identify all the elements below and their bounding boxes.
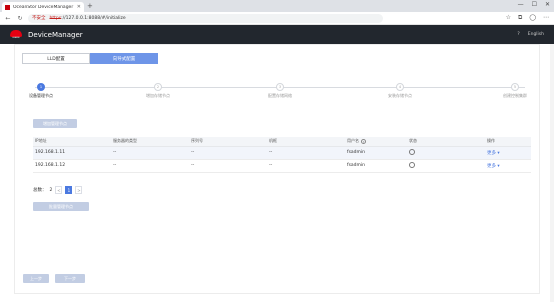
next-step-button[interactable]: 下一步 [55,274,85,283]
previous-step-button[interactable]: 上一步 [23,274,49,283]
total-count: 2 [49,187,53,193]
step-label: 增加存储节点 [146,93,170,98]
back-icon[interactable]: ← [4,15,12,22]
step-dot: 1 [37,83,45,91]
cell-ip: 192.168.1.11 [33,146,111,160]
pagination: 总数： 2 < 1 > [33,186,83,194]
step-label: 配置存储网络 [268,93,292,98]
close-window-icon[interactable]: ✕ [545,1,550,8]
step-dot: 3 [276,83,284,91]
step-2: 2 增加存储节点 [128,82,188,99]
browser-tab[interactable]: OceanStor DeviceManager ✕ [2,2,84,12]
app-header: HUAWEI DeviceManager ? English [0,25,554,44]
not-secure-label[interactable]: 不安全 [32,15,46,21]
step-3: 3 配置存储网络 [250,82,310,99]
new-tab-button[interactable]: + [87,2,93,10]
more-actions-link[interactable]: 更多 ▾ [487,164,500,169]
url-path: ://127.0.0.1:8088/#/initialize [61,15,126,21]
batch-manage-nodes-button[interactable]: 批量管理节点 [33,202,89,211]
node-table: IP地址 服务器的类型 序列号 机框 用户名? 状态 操作 192.168.1.… [33,137,531,173]
col-status: 状态 [407,137,485,147]
tab-title: OceanStor DeviceManager [13,4,74,10]
cell-status [407,146,485,160]
col-serial: 序列号 [189,137,267,147]
huawei-favicon-icon [5,4,10,10]
step-4: 4 安装存储节点 [370,82,430,99]
step-label: 创建控制集群 [503,93,527,98]
window-controls: — ☐ ✕ [518,1,550,8]
help-circle-icon[interactable]: ? [361,138,366,144]
cell-username: fsadmin [345,159,407,173]
app-name: DeviceManager [28,30,83,39]
tab-lld-config[interactable]: LLD配置 [22,53,90,64]
refresh-icon[interactable]: ↻ [16,15,24,22]
url-scheme: https [49,15,62,21]
profile-icon[interactable]: ◯ [529,14,536,22]
more-actions-link[interactable]: 更多 ▾ [487,151,500,156]
prev-page-button[interactable]: < [55,186,63,194]
table-row[interactable]: 192.168.1.12 -- -- -- fsadmin 更多 ▾ [33,159,531,173]
maximize-icon[interactable]: ☐ [532,1,537,8]
cell-serial: -- [189,146,267,160]
total-label: 总数： [33,188,47,193]
tab-wizard-config[interactable]: 向导式配置 [90,53,158,64]
add-management-node-button[interactable]: 增加管理节点 [33,119,77,128]
step-label: 安装存储节点 [388,93,412,98]
cell-status [407,159,485,173]
step-5: 5 创建控制集群 [485,82,545,99]
address-bar: ← ↻ 不安全 https ://127.0.0.1:8088/#/initia… [0,12,554,25]
cell-chassis: -- [267,159,345,173]
table-row[interactable]: 192.168.1.11 -- -- -- fsadmin 更多 ▾ [33,146,531,160]
col-server-type: 服务器的类型 [111,137,189,147]
col-ip: IP地址 [33,137,111,147]
table-header-row: IP地址 服务器的类型 序列号 机框 用户名? 状态 操作 [33,137,531,147]
more-menu-icon[interactable]: ⋯ [543,14,549,22]
minimize-icon[interactable]: — [518,1,524,8]
col-chassis: 机框 [267,137,345,147]
step-label: 设备管理节点 [29,93,53,98]
cell-type: -- [111,159,189,173]
cell-type: -- [111,146,189,160]
step-dot: 4 [396,83,404,91]
help-icon[interactable]: ? [517,32,519,37]
col-actions: 操作 [485,137,531,147]
cell-actions: 更多 ▾ [485,146,531,160]
cell-chassis: -- [267,146,345,160]
collections-icon[interactable]: ⧉ [518,14,522,22]
page-scrollbar[interactable] [550,44,554,302]
main-panel: LLD配置 向导式配置 1 设备管理节点 2 增加存储节点 3 配置存储网络 4… [14,44,540,294]
cell-username: fsadmin [345,146,407,160]
step-dot: 2 [154,83,162,91]
wizard-steps: 1 设备管理节点 2 增加存储节点 3 配置存储网络 4 安装存储节点 5 创建… [29,82,527,102]
url-input[interactable]: 不安全 https ://127.0.0.1:8088/#/initialize [28,13,383,23]
cell-ip: 192.168.1.12 [33,159,111,173]
config-mode-tabs: LLD配置 向导式配置 [22,53,158,64]
huawei-logo-icon: HUAWEI [10,29,22,40]
cell-actions: 更多 ▾ [485,159,531,173]
step-dot: 5 [511,83,519,91]
next-page-button[interactable]: > [75,186,83,194]
status-circle-icon [409,149,415,156]
tab-close-icon[interactable]: ✕ [77,4,81,10]
page-1-button[interactable]: 1 [65,186,73,194]
cell-serial: -- [189,159,267,173]
step-1: 1 设备管理节点 [11,82,71,99]
status-circle-icon [409,162,415,169]
browser-tabbar: OceanStor DeviceManager ✕ + — ☐ ✕ [0,0,554,12]
language-switch[interactable]: English [528,32,544,37]
favorite-star-icon[interactable]: ☆ [506,14,511,22]
col-username: 用户名? [345,137,407,147]
browser-tools: ☆ ⧉ ◯ ⋯ [506,14,549,22]
